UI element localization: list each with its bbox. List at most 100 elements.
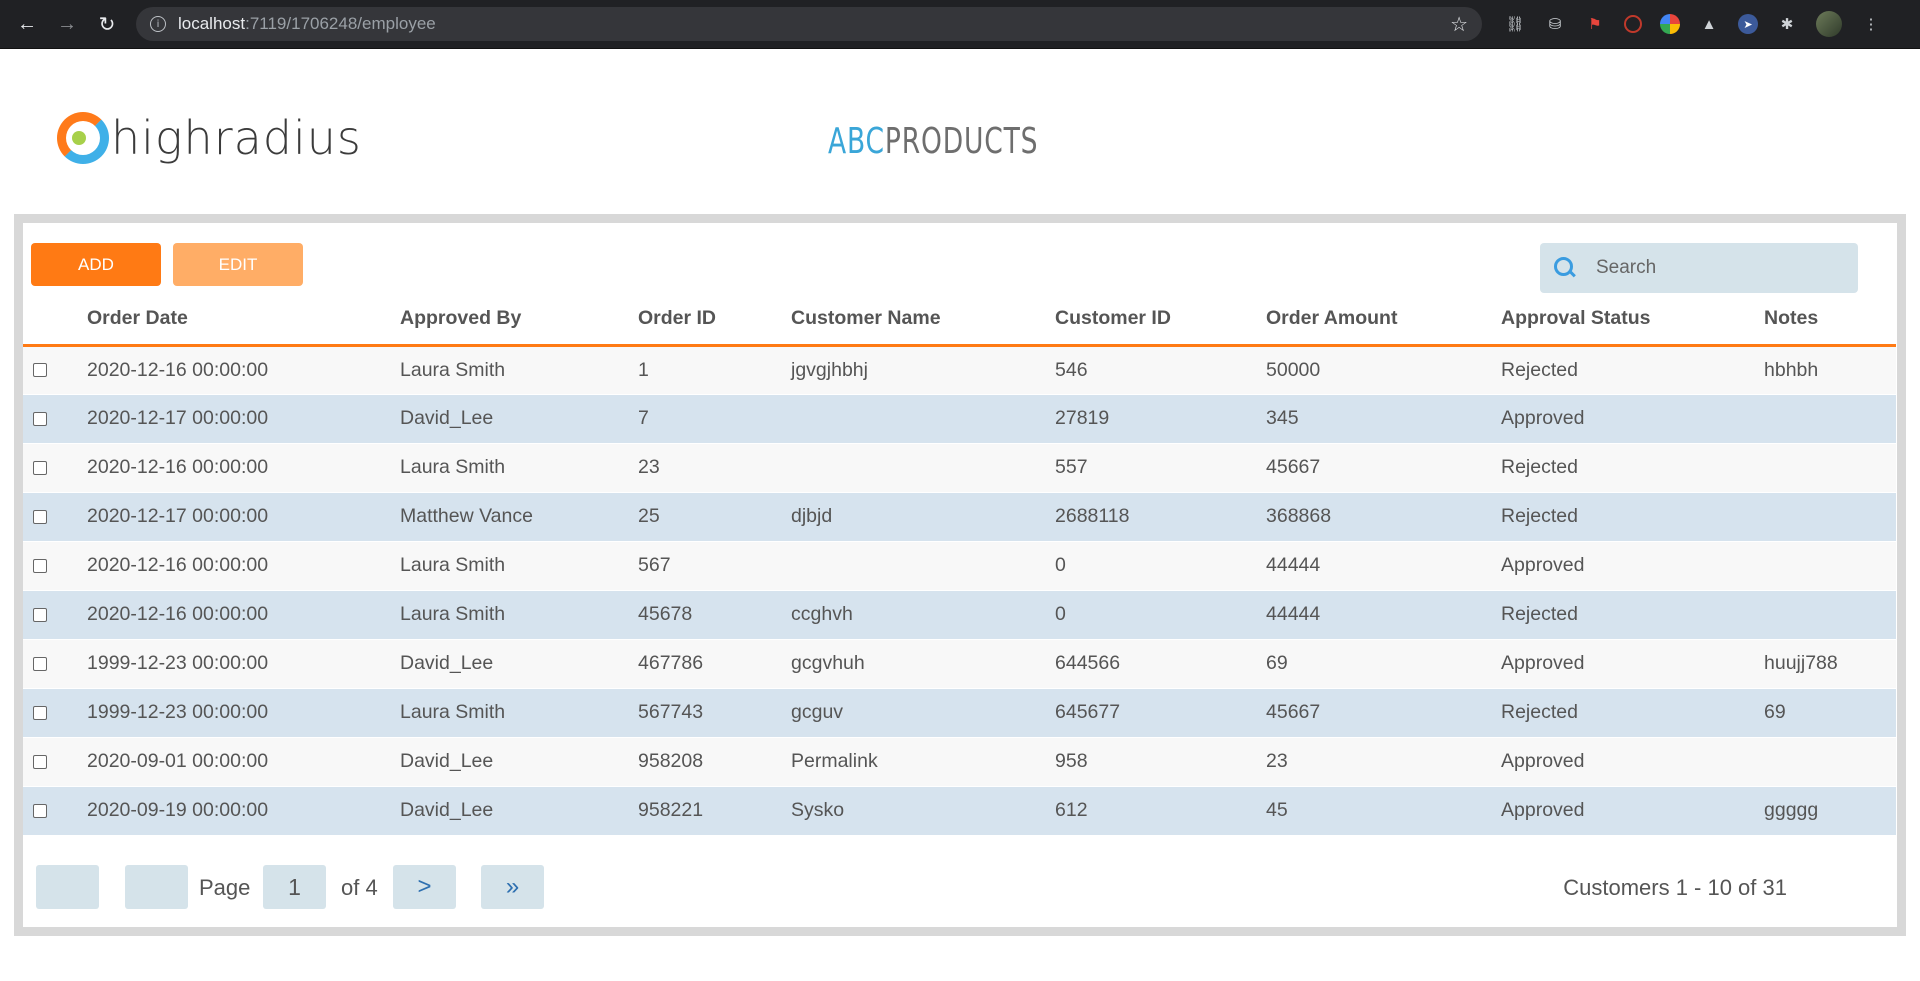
table-row[interactable]: 2020-12-16 00:00:00 Laura Smith 1 jgvgjh… <box>23 345 1896 395</box>
table-row[interactable]: 2020-12-17 00:00:00 David_Lee 7 27819 34… <box>23 394 1896 444</box>
page-label: Page <box>199 875 251 900</box>
table-row[interactable]: 2020-12-16 00:00:00 Laura Smith 45678 cc… <box>23 590 1896 640</box>
next-page-button[interactable]: > <box>393 865 456 909</box>
prev-page-button[interactable] <box>125 865 188 909</box>
search-input[interactable] <box>1596 257 1836 279</box>
cell-notes: huujj788 <box>1764 639 1896 689</box>
record-count: Customers 1 - 10 of 31 <box>1563 875 1787 900</box>
cell-customer-id: 0 <box>1055 590 1266 640</box>
extensions-puzzle-icon[interactable]: ✱ <box>1776 13 1798 35</box>
cell-approved-by: Laura Smith <box>400 590 638 640</box>
cell-order-id: 1 <box>638 345 791 395</box>
back-arrow-icon[interactable]: ← <box>10 7 44 41</box>
table-row[interactable]: 2020-09-19 00:00:00 David_Lee 958221 Sys… <box>23 786 1896 836</box>
header-customer-id[interactable]: Customer ID <box>1055 293 1266 347</box>
cell-customer-name: jgvgjhbhj <box>791 345 1055 395</box>
cell-approved-by: David_Lee <box>400 786 638 836</box>
browser-menu-icon[interactable]: ⋮ <box>1860 13 1882 35</box>
add-button[interactable]: ADD <box>31 243 161 286</box>
table-row[interactable]: 2020-09-01 00:00:00 David_Lee 958208 Per… <box>23 737 1896 787</box>
table-row[interactable]: 1999-12-23 00:00:00 Laura Smith 567743 g… <box>23 688 1896 738</box>
cell-notes: 69 <box>1764 688 1896 738</box>
edit-button[interactable]: EDIT <box>173 243 303 286</box>
row-select-cell <box>23 443 87 493</box>
extension-cursor-icon[interactable]: ➤ <box>1738 14 1758 34</box>
cell-approval-status: Rejected <box>1501 443 1764 493</box>
extension-flag-icon[interactable]: ⚑ <box>1584 13 1606 35</box>
extension-triangle-icon[interactable]: ▲ <box>1698 13 1720 35</box>
cell-notes <box>1764 737 1896 787</box>
search-box[interactable] <box>1540 243 1858 293</box>
cell-notes <box>1764 443 1896 493</box>
cell-customer-name <box>791 394 1055 444</box>
cell-customer-name: djbjd <box>791 492 1055 542</box>
row-checkbox[interactable] <box>33 607 47 622</box>
cell-order-date: 2020-12-16 00:00:00 <box>87 443 400 493</box>
first-page-button[interactable] <box>36 865 99 909</box>
table-row[interactable]: 2020-12-16 00:00:00 Laura Smith 567 0 44… <box>23 541 1896 591</box>
grid-panel-border: ADD EDIT Order Date Approved By Order ID… <box>14 214 1906 936</box>
cell-order-id: 7 <box>638 394 791 444</box>
cell-approval-status: Approved <box>1501 394 1764 444</box>
last-page-button[interactable]: » <box>481 865 544 909</box>
forward-arrow-icon[interactable]: → <box>50 7 84 41</box>
pocket-icon[interactable]: ⛁ <box>1544 13 1566 35</box>
profile-avatar[interactable] <box>1816 11 1842 37</box>
cell-notes: ggggg <box>1764 786 1896 836</box>
row-select-cell <box>23 492 87 542</box>
cell-customer-name: gcguv <box>791 688 1055 738</box>
row-checkbox[interactable] <box>33 363 47 378</box>
row-checkbox[interactable] <box>33 558 47 573</box>
cell-order-amount: 23 <box>1266 737 1501 787</box>
table-row[interactable]: 2020-12-17 00:00:00 Matthew Vance 25 djb… <box>23 492 1896 542</box>
header-order-id[interactable]: Order ID <box>638 293 791 347</box>
search-icon <box>1554 257 1576 279</box>
cell-order-amount: 45667 <box>1266 688 1501 738</box>
row-checkbox[interactable] <box>33 656 47 671</box>
row-checkbox[interactable] <box>33 803 47 818</box>
row-checkbox[interactable] <box>33 754 47 769</box>
grid-panel: ADD EDIT Order Date Approved By Order ID… <box>23 223 1897 927</box>
header-order-date[interactable]: Order Date <box>87 293 400 347</box>
address-bar[interactable]: i localhost:7119/1706248/employee ☆ <box>136 7 1482 41</box>
cell-order-amount: 368868 <box>1266 492 1501 542</box>
cell-approval-status: Rejected <box>1501 345 1764 395</box>
logo-text: highradius <box>111 111 362 165</box>
header-order-amount[interactable]: Order Amount <box>1266 293 1501 347</box>
extension-color-icon[interactable] <box>1660 14 1680 34</box>
table-row[interactable]: 1999-12-23 00:00:00 David_Lee 467786 gcg… <box>23 639 1896 689</box>
row-checkbox[interactable] <box>33 509 47 524</box>
cell-customer-id: 557 <box>1055 443 1266 493</box>
app-header: highradius ABCPRODUCTS <box>0 49 1920 224</box>
extension-record-icon[interactable] <box>1624 15 1642 33</box>
table-header-row: Order Date Approved By Order ID Customer… <box>23 293 1896 347</box>
cell-approved-by: Laura Smith <box>400 688 638 738</box>
row-checkbox[interactable] <box>33 460 47 475</box>
cell-customer-id: 546 <box>1055 345 1266 395</box>
site-info-icon[interactable]: i <box>150 16 166 32</box>
table-row[interactable]: 2020-12-16 00:00:00 Laura Smith 23 557 4… <box>23 443 1896 493</box>
cell-notes <box>1764 541 1896 591</box>
row-checkbox[interactable] <box>33 705 47 720</box>
cell-approved-by: Laura Smith <box>400 443 638 493</box>
row-select-cell <box>23 786 87 836</box>
cell-order-amount: 345 <box>1266 394 1501 444</box>
cell-order-id: 567 <box>638 541 791 591</box>
header-approved-by[interactable]: Approved By <box>400 293 638 347</box>
reload-icon[interactable]: ↻ <box>90 7 124 41</box>
cell-customer-id: 612 <box>1055 786 1266 836</box>
row-checkbox[interactable] <box>33 411 47 426</box>
bookmark-star-icon[interactable]: ☆ <box>1450 12 1468 37</box>
cell-notes <box>1764 590 1896 640</box>
cell-order-date: 1999-12-23 00:00:00 <box>87 688 400 738</box>
header-approval-status[interactable]: Approval Status <box>1501 293 1764 347</box>
header-notes[interactable]: Notes <box>1764 293 1896 347</box>
cell-approval-status: Rejected <box>1501 688 1764 738</box>
cell-customer-id: 644566 <box>1055 639 1266 689</box>
cell-customer-name <box>791 443 1055 493</box>
extension-link-icon[interactable]: ⛓ <box>1504 13 1526 35</box>
page-number-input[interactable]: 1 <box>263 865 326 909</box>
cell-order-amount: 44444 <box>1266 590 1501 640</box>
header-customer-name[interactable]: Customer Name <box>791 293 1055 347</box>
cell-order-date: 2020-12-16 00:00:00 <box>87 590 400 640</box>
